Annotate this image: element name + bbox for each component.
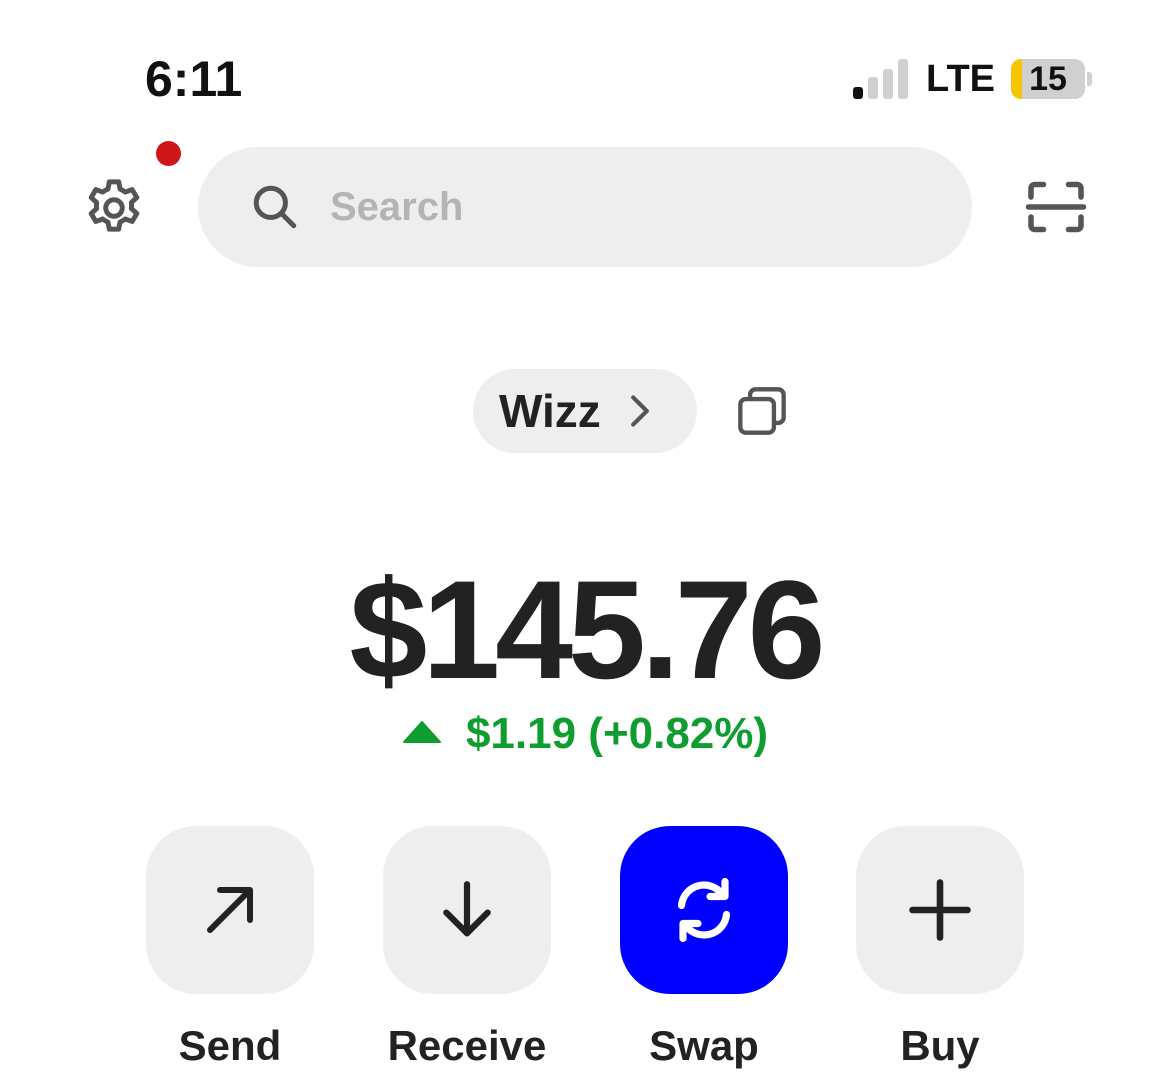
receive-tile[interactable]	[383, 826, 551, 994]
scan-icon	[1025, 181, 1087, 233]
buy-tile[interactable]	[856, 826, 1024, 994]
scan-button[interactable]	[1024, 176, 1088, 238]
search-icon	[250, 182, 300, 232]
notification-dot	[156, 141, 181, 166]
chevron-right-icon	[629, 394, 651, 428]
status-indicators: LTE 15	[853, 56, 1092, 102]
search-input[interactable]	[330, 184, 890, 230]
balance-change-text: $1.19 (+0.82%)	[465, 709, 769, 758]
search-bar[interactable]	[198, 147, 972, 267]
triangle-up-icon	[402, 721, 441, 743]
status-time: 6:11	[145, 51, 243, 107]
battery-fill	[1011, 59, 1023, 99]
network-type: LTE	[926, 58, 995, 100]
receive-label: Receive	[387, 1022, 547, 1069]
send-label: Send	[178, 1022, 282, 1069]
account-name: Wizz	[499, 385, 601, 437]
battery-level: 15	[1029, 59, 1067, 98]
settings-button[interactable]	[80, 175, 148, 241]
buy-button[interactable]: Buy	[856, 826, 1024, 1069]
total-balance: $145.76	[349, 551, 825, 708]
cellular-signal-icon	[853, 59, 909, 99]
copy-address-button[interactable]	[736, 385, 788, 437]
swap-tile[interactable]	[620, 826, 788, 994]
battery-icon: 15	[1011, 59, 1092, 99]
swap-label: Swap	[649, 1022, 759, 1069]
plus-icon	[909, 879, 971, 941]
send-button[interactable]: Send	[146, 826, 314, 1069]
copy-icon	[738, 387, 786, 435]
swap-button[interactable]: Swap	[620, 826, 788, 1069]
account-selector[interactable]: Wizz	[473, 369, 697, 453]
buy-label: Buy	[900, 1022, 980, 1069]
balance-change: $1.19 (+0.82%)	[0, 706, 1170, 762]
arrow-down-icon	[443, 881, 491, 937]
swap-icon	[677, 877, 731, 943]
send-tile[interactable]	[146, 826, 314, 994]
receive-button[interactable]: Receive	[383, 826, 551, 1069]
gear-icon	[88, 179, 140, 232]
arrow-up-right-icon	[207, 887, 253, 933]
